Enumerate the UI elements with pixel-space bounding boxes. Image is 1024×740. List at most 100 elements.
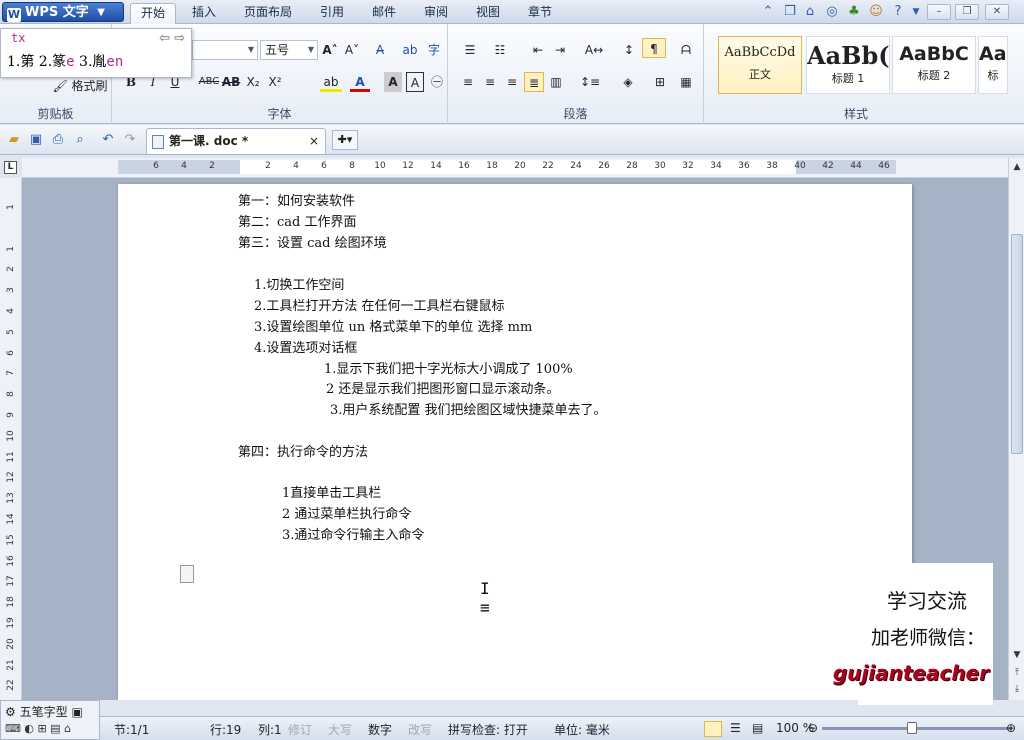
ime-mode[interactable]: ⚙ 五笔字型 ▣ [5,703,83,720]
ime-tools-icon[interactable]: ⌨ ◐ ⊞ ▤ ⌂ [5,722,71,735]
page-view-icon[interactable] [704,721,722,737]
document-tab[interactable]: 第一课. doc * × [146,128,326,154]
status-unit[interactable]: 单位: 毫米 [554,721,610,738]
chinese-layout-icon[interactable]: ᗩ [676,40,696,60]
web-view-icon[interactable]: ▤ [752,721,763,735]
vertical-scrollbar[interactable]: ▲ ▼ ⤒ ⤓ [1008,158,1024,700]
tab-view[interactable]: 视图 [466,3,510,24]
open-folder-icon[interactable]: ▰ [6,132,22,148]
decrease-indent-icon[interactable]: ⇤ [528,40,548,60]
next-page-icon[interactable]: ⤓ [1011,682,1023,696]
collapse-ribbon-icon[interactable]: ⌃ [760,4,776,20]
minimize-button[interactable]: – [927,4,951,20]
strikethrough-button[interactable]: ABC [198,72,220,92]
table-icon[interactable]: ▦ [676,72,696,92]
justify-icon[interactable]: ≣ [524,72,544,92]
shrink-font-button[interactable]: A˅ [342,40,362,60]
tab-stop-icon[interactable]: L [4,161,17,174]
doc-line[interactable]: 3.通过命令行输主入命令 [282,524,424,543]
app-menu-button[interactable]: W WPS 文字 ▼ [2,2,124,22]
char-spacing-icon[interactable]: A↔ [582,40,606,60]
zoom-in-icon[interactable]: ⊕ [1006,721,1016,735]
char-border-button[interactable]: A [406,72,424,92]
style-heading-2[interactable]: AaBbC 标题 2 [892,36,976,94]
window-switch-icon[interactable]: ❐ [782,4,798,20]
close-button[interactable]: ✕ [985,4,1009,20]
scroll-down-icon[interactable]: ▼ [1011,648,1023,662]
compass-icon[interactable]: ◎ [824,4,840,20]
scroll-up-icon[interactable]: ▲ [1011,160,1023,174]
char-shading-button[interactable]: A [384,72,402,92]
tab-section[interactable]: 章节 [518,3,562,24]
redo-icon[interactable]: ↷ [122,132,138,148]
ime-status-bar[interactable]: ⚙ 五笔字型 ▣ ⌨ ◐ ⊞ ▤ ⌂ [0,700,100,740]
print-icon[interactable]: ⎙ [50,132,66,148]
doc-line[interactable]: 1.显示下我们把十字光标大小调成了 100% [324,358,573,377]
status-caps[interactable]: 大写 [328,721,352,738]
doc-line[interactable]: 1直接单击工具栏 [282,482,381,501]
status-num[interactable]: 数字 [368,721,392,738]
skin-icon[interactable]: ♣ [846,4,862,20]
doc-line[interactable]: 第二：cad 工作界面 [238,211,357,230]
superscript-button[interactable]: X² [266,72,284,92]
show-marks-icon[interactable]: ¶ [642,38,666,58]
zoom-slider[interactable] [822,727,1012,730]
status-spellcheck[interactable]: 拼写检查: 打开 [448,721,528,738]
format-painter-button[interactable]: 🖌 格式刷 [50,76,110,96]
doc-line[interactable]: 2 还是显示我们把图形窗口显示滚动条。 [326,378,559,397]
vertical-ruler[interactable]: 1123456789101112131415161718192021222324 [0,178,22,733]
tab-references[interactable]: 引用 [310,3,354,24]
increase-indent-icon[interactable]: ⇥ [550,40,570,60]
undo-icon[interactable]: ↶ [100,132,116,148]
user-icon[interactable]: ☺ [868,4,884,20]
home-icon[interactable]: ⌂ [802,4,818,20]
help-icon[interactable]: ? [890,4,906,20]
clear-format-icon[interactable]: A̶ [370,40,390,60]
style-heading-3[interactable]: AaI 标 [978,36,1008,94]
prev-page-icon[interactable]: ⤒ [1011,666,1023,680]
phonetic-icon[interactable]: ab [400,40,420,60]
align-right-icon[interactable]: ≡ [502,72,522,92]
chevron-down-icon[interactable]: ▼ [908,4,924,20]
doc-line[interactable]: 2 通过菜单栏执行命令 [282,503,411,522]
shading-icon[interactable]: ◈ [616,72,640,92]
style-heading-1[interactable]: AaBb(标题 1 [806,36,890,94]
distribute-icon[interactable]: ▥ [546,72,566,92]
align-left-icon[interactable]: ≡ [458,72,478,92]
new-tab-button[interactable]: ✚▾ [332,130,358,150]
char-border-icon[interactable]: 字 [424,40,444,60]
doc-line[interactable]: 第四：执行命令的方法 [238,441,368,460]
zoom-out-icon[interactable]: ⊖ [808,721,818,735]
doc-line[interactable]: 2.工具栏打开方法 在任何一工具栏右键鼠标 [254,295,505,314]
zoom-slider-thumb[interactable] [907,722,917,734]
sort-icon[interactable]: ↕ [620,40,638,60]
document-page[interactable]: 第一：如何安装软件 第二：cad 工作界面 第三：设置 cad 绘图环境 1.切… [118,184,912,700]
print-preview-icon[interactable]: ⌕ [72,132,88,148]
font-name-select[interactable]: ▼ [192,40,258,60]
numbering-icon[interactable]: ☷ [488,40,512,60]
line-spacing-icon[interactable]: ↕≡ [578,72,602,92]
close-tab-button[interactable]: × [309,129,319,154]
ime-page-arrows-icon[interactable]: ⇦ ⇨ [159,31,185,46]
status-overwrite[interactable]: 改写 [408,721,432,738]
font-size-select[interactable]: 五号 ▼ [260,40,318,60]
tab-page-layout[interactable]: 页面布局 [234,3,302,24]
borders-icon[interactable]: ⊞ [648,72,672,92]
double-strike-button[interactable]: AB [220,72,242,92]
restore-button[interactable]: ❐ [955,4,979,20]
doc-line[interactable]: 1.切换工作空间 [254,274,344,293]
status-revise[interactable]: 修订 [288,721,312,738]
doc-line[interactable]: 3.用户系统配置 我们把绘图区域快捷菜单去了。 [330,399,607,418]
horizontal-ruler[interactable]: 6 4 2 2 4 6 8 10 12 14 16 18 20 22 24 26 28 30 32 34 36 38 40 4… [22,158,1008,178]
subscript-button[interactable]: X₂ [244,72,262,92]
bullets-icon[interactable]: ☰ [458,40,482,60]
save-icon[interactable]: ▣ [28,132,44,148]
doc-line[interactable]: 第三：设置 cad 绘图环境 [238,232,387,251]
align-center-icon[interactable]: ≡ [480,72,500,92]
tab-review[interactable]: 审阅 [414,3,458,24]
enclose-char-icon[interactable]: ㊀ [428,72,446,92]
doc-line[interactable]: 3.设置绘图单位 un 格式菜单下的单位 选择 mm [254,316,532,335]
font-color-button[interactable]: A [350,72,370,92]
tab-mail[interactable]: 邮件 [362,3,406,24]
scroll-thumb[interactable] [1011,234,1023,454]
